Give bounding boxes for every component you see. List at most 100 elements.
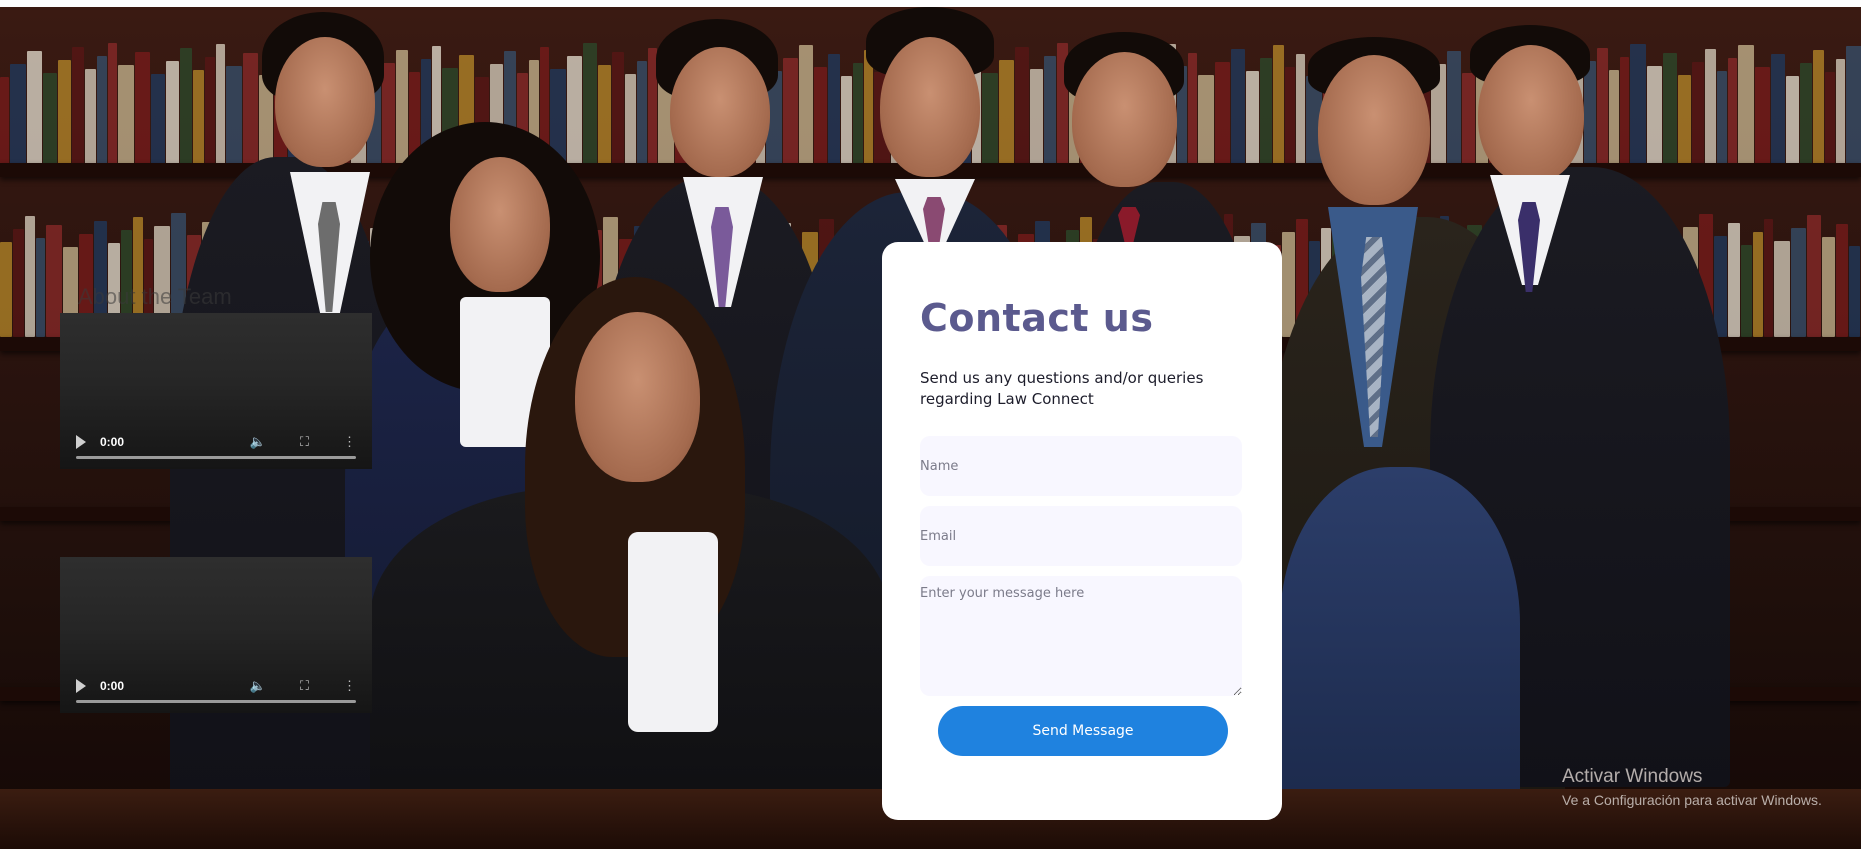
book-spine — [1836, 224, 1848, 337]
windows-activation-watermark: Activar Windows Ve a Configuración para … — [1562, 766, 1822, 808]
book-spine — [25, 216, 35, 337]
book-spine — [1728, 58, 1737, 167]
name-input[interactable] — [920, 436, 1242, 496]
book-spine — [1755, 67, 1770, 167]
book-spine — [783, 58, 798, 167]
fullscreen-icon[interactable]: ⛶ — [300, 678, 309, 694]
book-spine — [853, 63, 863, 167]
book-spine — [828, 54, 840, 167]
book-spine — [1030, 69, 1043, 167]
book-spine — [0, 77, 9, 167]
book-spine — [1273, 45, 1284, 167]
book-spine — [1044, 56, 1056, 167]
video-progress-bar[interactable] — [76, 456, 356, 459]
book-spine — [10, 64, 26, 167]
person-face — [880, 37, 980, 177]
book-spine — [1705, 49, 1716, 167]
book-spine — [1462, 73, 1475, 167]
book-spine — [1647, 66, 1662, 167]
play-icon[interactable] — [76, 435, 86, 449]
book-spine — [1791, 228, 1806, 337]
book-spine — [1807, 215, 1821, 337]
volume-icon[interactable]: 🔈 — [250, 678, 266, 694]
video-progress-bar[interactable] — [76, 700, 356, 703]
person-shirt — [628, 532, 718, 732]
book-spine — [27, 51, 42, 167]
person-face — [275, 37, 375, 167]
video-controls: 0:00 🔈 ⛶ ⋮ — [60, 415, 372, 469]
book-spine — [1678, 75, 1691, 167]
book-spine — [637, 61, 647, 167]
person-face — [670, 47, 770, 177]
contact-card: Contact us Send us any questions and/or … — [882, 242, 1282, 820]
book-spine — [13, 229, 24, 337]
book-spine — [1663, 53, 1677, 167]
volume-icon[interactable]: 🔈 — [250, 434, 266, 450]
book-spine — [598, 65, 611, 167]
book-spine — [72, 47, 84, 167]
book-spine — [1630, 44, 1646, 167]
book-spine — [205, 57, 215, 167]
book-spine — [1741, 245, 1752, 337]
person-face — [575, 312, 700, 482]
book-spine — [1800, 63, 1812, 167]
more-options-icon[interactable]: ⋮ — [343, 434, 356, 450]
video-time: 0:00 — [100, 435, 125, 449]
book-spine — [1714, 236, 1727, 337]
book-spine — [216, 44, 225, 167]
message-textarea[interactable] — [920, 576, 1242, 696]
book-spine — [58, 60, 71, 167]
person-face — [450, 157, 550, 292]
book-spine — [1188, 53, 1197, 167]
book-spine — [97, 56, 107, 167]
book-spine — [1728, 223, 1740, 337]
book-spine — [625, 74, 636, 167]
book-spine — [841, 76, 852, 167]
watermark-subtitle: Ve a Configuración para activar Windows. — [1562, 792, 1822, 808]
book-spine — [583, 43, 597, 167]
play-icon[interactable] — [76, 679, 86, 693]
book-spine — [1584, 61, 1596, 167]
book-spine — [166, 61, 179, 167]
book-spine — [1282, 232, 1295, 337]
contact-subtitle: Send us any questions and/or queries reg… — [920, 369, 1204, 408]
more-options-icon[interactable]: ⋮ — [343, 678, 356, 694]
contact-title: Contact us — [920, 296, 1154, 340]
book-spine — [108, 43, 117, 167]
book-spine — [999, 60, 1014, 167]
send-message-button[interactable]: Send Message — [938, 706, 1228, 756]
email-input[interactable] — [920, 506, 1242, 566]
book-spine — [1849, 246, 1860, 337]
book-spine — [1447, 51, 1461, 167]
book-spine — [1825, 72, 1835, 167]
book-spine — [36, 238, 45, 337]
book-spine — [1597, 48, 1608, 167]
book-spine — [1813, 50, 1824, 167]
book-spine — [799, 45, 813, 167]
video-time: 0:00 — [100, 679, 125, 693]
person-silhouette — [1280, 467, 1520, 807]
book-spine — [1738, 45, 1754, 167]
video-controls: 0:00 🔈 ⛶ ⋮ — [60, 659, 372, 713]
watermark-title: Activar Windows — [1562, 766, 1703, 787]
book-spine — [1285, 67, 1295, 167]
book-spine — [1215, 62, 1230, 167]
book-spine — [180, 48, 192, 167]
team-video-player[interactable]: 0:00 🔈 ⛶ ⋮ — [60, 313, 372, 469]
book-spine — [1846, 46, 1861, 167]
person-face — [1318, 55, 1430, 205]
book-spine — [1231, 49, 1245, 167]
fullscreen-icon[interactable]: ⛶ — [300, 434, 309, 450]
book-spine — [226, 66, 242, 167]
book-spine — [1198, 75, 1214, 167]
book-spine — [1822, 237, 1835, 337]
team-video-player[interactable]: 0:00 🔈 ⛶ ⋮ — [60, 557, 372, 713]
book-spine — [1015, 47, 1029, 167]
book-spine — [118, 65, 134, 167]
book-spine — [814, 67, 827, 167]
book-spine — [1260, 58, 1272, 167]
book-spine — [1753, 232, 1763, 337]
book-spine — [1620, 57, 1629, 167]
book-spine — [151, 74, 165, 167]
book-spine — [612, 52, 624, 167]
